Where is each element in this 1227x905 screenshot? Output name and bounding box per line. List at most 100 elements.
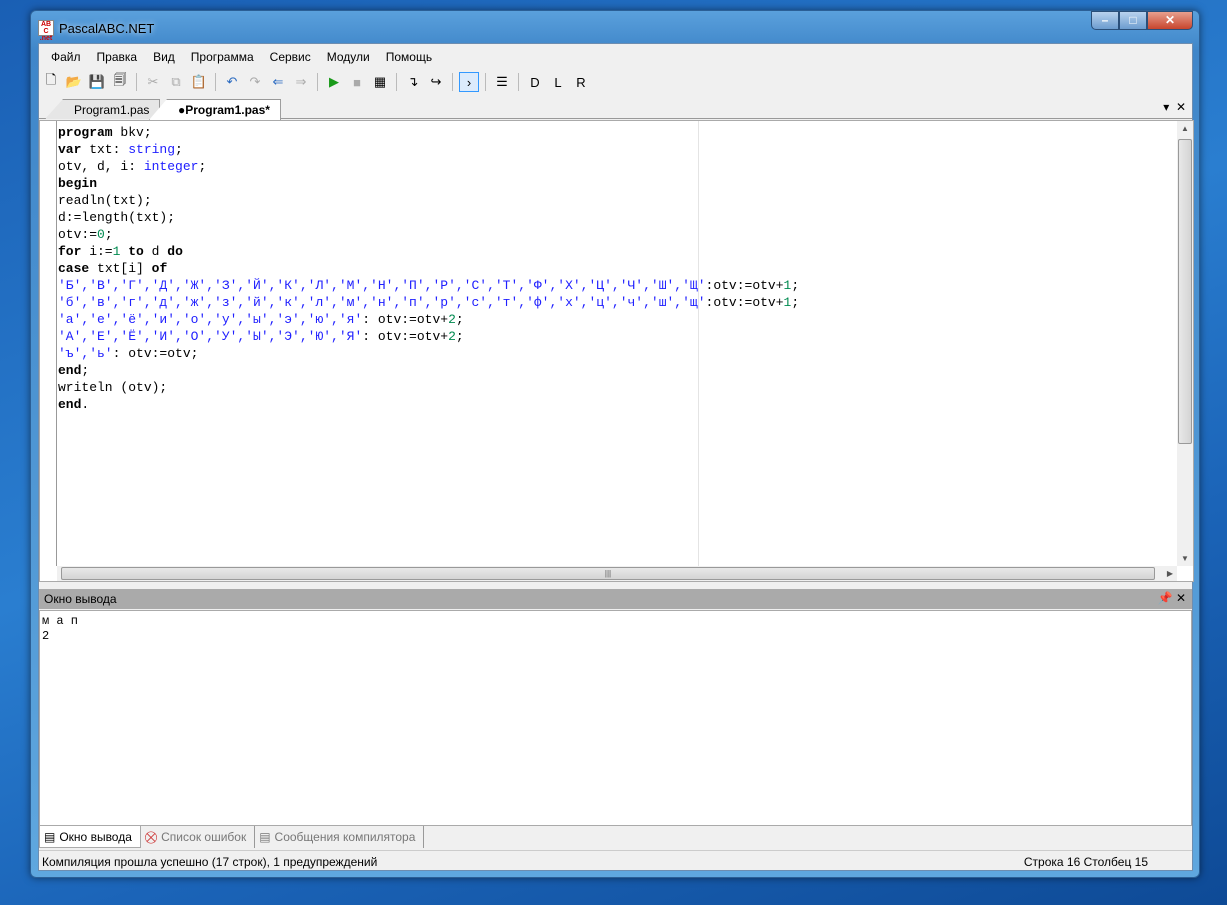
code-editor[interactable]: program bkv; var txt: string; otv, d, i: i… xyxy=(39,120,1194,582)
menu-item[interactable]: Программа xyxy=(183,44,262,68)
code-line: otv, d, i: integer; xyxy=(58,158,799,175)
output-text[interactable]: м а п 2 xyxy=(39,610,1192,826)
tab-compiler-messages[interactable]: ▤ Сообщения компилятора xyxy=(255,826,425,848)
code-token: var xyxy=(58,142,82,157)
code-token: 'ъ','ь' xyxy=(58,346,113,361)
step-into-icon[interactable]: ↴ xyxy=(403,72,423,92)
code-line: for i:=1 to d do xyxy=(58,243,799,260)
menu-item[interactable]: Модули xyxy=(319,44,378,68)
vertical-scrollbar[interactable]: ▲ ▼ xyxy=(1177,121,1193,566)
bottom-tabs: ▤ Окно вывода ⛒ Список ошибок ▤ Сообщения к… xyxy=(39,826,425,848)
output-window-icon[interactable]: › xyxy=(459,72,479,92)
copy-icon[interactable]: ⧉ xyxy=(166,72,186,92)
tab-output-window[interactable]: ▤ Окно вывода xyxy=(39,826,141,848)
close-tab-icon[interactable]: ✕ xyxy=(1176,100,1186,114)
compile-icon[interactable]: ▦ xyxy=(370,72,390,92)
redo-icon[interactable]: ↷ xyxy=(245,72,265,92)
code-token: 2 xyxy=(448,312,456,327)
debug-l-icon[interactable]: L xyxy=(548,72,568,92)
maximize-button[interactable]: □ xyxy=(1119,11,1147,30)
toolbar-separator xyxy=(396,73,397,91)
code-line: writeln (otv); xyxy=(58,379,799,396)
toolbar-separator xyxy=(215,73,216,91)
code-token: ; xyxy=(198,159,207,174)
gutter xyxy=(56,121,57,566)
code-token: d:=length(txt); xyxy=(58,210,176,225)
tab-label: Сообщения компилятора xyxy=(274,830,416,844)
run-icon[interactable]: ▶ xyxy=(324,72,344,92)
code-line: 'а','е','ё','и','о','у','ы','э','ю','я':… xyxy=(58,311,799,328)
code-token: of xyxy=(151,261,168,276)
menu-item[interactable]: Вид xyxy=(145,44,183,68)
code-token: ; xyxy=(104,227,113,242)
scroll-down-icon[interactable]: ▼ xyxy=(1181,554,1189,563)
scroll-right-icon[interactable]: ▶ xyxy=(1167,569,1173,578)
code-line: program bkv; xyxy=(58,124,799,141)
minimize-button[interactable]: – xyxy=(1091,11,1119,30)
code-line: 'Б','В','Г','Д','Ж','З','Й','К','Л','М',… xyxy=(58,277,799,294)
tab-label: Список ошибок xyxy=(161,830,247,844)
horizontal-scroll-thumb[interactable]: ||| xyxy=(61,567,1155,580)
code-line: case txt[i] of xyxy=(58,260,799,277)
code-token: readln(txt); xyxy=(58,193,152,208)
code-token: ; xyxy=(455,329,464,344)
close-panel-icon[interactable]: ✕ xyxy=(1176,591,1186,605)
save-all-icon[interactable]: 🗐 xyxy=(110,72,130,92)
undo-icon[interactable]: ↶ xyxy=(222,72,242,92)
menu-item[interactable]: Сервис xyxy=(262,44,319,68)
toolbar-separator xyxy=(452,73,453,91)
stop-icon[interactable]: ■ xyxy=(347,72,367,92)
toolbar-separator xyxy=(136,73,137,91)
scroll-up-icon[interactable]: ▲ xyxy=(1181,124,1189,133)
code-token: string xyxy=(128,142,176,157)
navigate-back-icon[interactable]: ⇐ xyxy=(268,72,288,92)
tab-controls: ▾ ✕ xyxy=(1163,100,1186,114)
tab-error-list[interactable]: ⛒ Список ошибок xyxy=(141,826,256,848)
cut-icon[interactable]: ✂ xyxy=(143,72,163,92)
code-line: 'А','Е','Ё','И','О','У','Ы','Э','Ю','Я':… xyxy=(58,328,799,345)
error-list-icon: ⛒ xyxy=(144,830,158,844)
new-file-icon[interactable]: 🗋 xyxy=(41,72,61,92)
title-bar[interactable]: AB C .net PascalABC.NET – □ ✕ xyxy=(31,11,1199,43)
output-panel-title: Окно вывода xyxy=(44,592,117,606)
debug-r-icon[interactable]: R xyxy=(571,72,591,92)
debug-d-icon[interactable]: D xyxy=(525,72,545,92)
open-file-icon[interactable]: 📂 xyxy=(64,72,84,92)
code-token: txt: xyxy=(81,142,129,157)
paste-icon[interactable]: 📋 xyxy=(189,72,209,92)
code-line: 'ъ','ь': otv:=otv; xyxy=(58,345,799,362)
close-button[interactable]: ✕ xyxy=(1147,11,1193,30)
tab-list-icon[interactable]: ▾ xyxy=(1163,100,1169,114)
horizontal-scrollbar[interactable]: ||| ▶ xyxy=(57,566,1177,581)
menu-item[interactable]: Помощь xyxy=(378,44,440,68)
code-text[interactable]: program bkv; var txt: string; otv, d, i: i… xyxy=(58,124,799,413)
code-token: :otv:=otv+ xyxy=(705,295,784,310)
format-icon[interactable]: ☰ xyxy=(492,72,512,92)
step-over-icon[interactable]: ↪ xyxy=(426,72,446,92)
code-token: bkv; xyxy=(112,125,152,140)
code-token: program xyxy=(58,125,113,140)
code-token: otv:= xyxy=(58,227,98,242)
compiler-messages-icon: ▤ xyxy=(259,830,271,844)
code-token: ; xyxy=(791,278,800,293)
menu-item[interactable]: Правка xyxy=(89,44,146,68)
code-token: end xyxy=(58,397,82,412)
code-token: integer xyxy=(143,159,199,174)
window-title: PascalABC.NET xyxy=(59,21,155,36)
code-token: 'А','Е','Ё','И','О','У','Ы','Э','Ю','Я' xyxy=(58,329,363,344)
code-token: end xyxy=(58,363,82,378)
tab-program1-modified[interactable]: ●Program1.pas* xyxy=(149,99,281,120)
navigate-forward-icon[interactable]: ⇒ xyxy=(291,72,311,92)
code-line: readln(txt); xyxy=(58,192,799,209)
vertical-scroll-thumb[interactable] xyxy=(1178,139,1192,444)
status-bar: Компиляция прошла успешно (17 строк), 1 … xyxy=(39,850,1192,870)
code-token: d xyxy=(143,244,168,259)
output-panel-header: Окно вывода 📌 ✕ xyxy=(39,589,1192,609)
menu-item[interactable]: Файл xyxy=(43,44,89,68)
save-icon[interactable]: 💾 xyxy=(87,72,107,92)
toolbar: 🗋 📂 💾 🗐 ✂ ⧉ 📋 ↶ ↷ ⇐ ⇒ ▶ ■ ▦ ↴ ↪ › ☰ D L R xyxy=(39,69,591,95)
code-token: for xyxy=(58,244,82,259)
code-token: 'Б','В','Г','Д','Ж','З','Й','К','Л','М',… xyxy=(58,278,706,293)
tab-program1[interactable]: Program1.pas xyxy=(45,99,161,119)
pin-icon[interactable]: 📌 xyxy=(1158,591,1173,605)
